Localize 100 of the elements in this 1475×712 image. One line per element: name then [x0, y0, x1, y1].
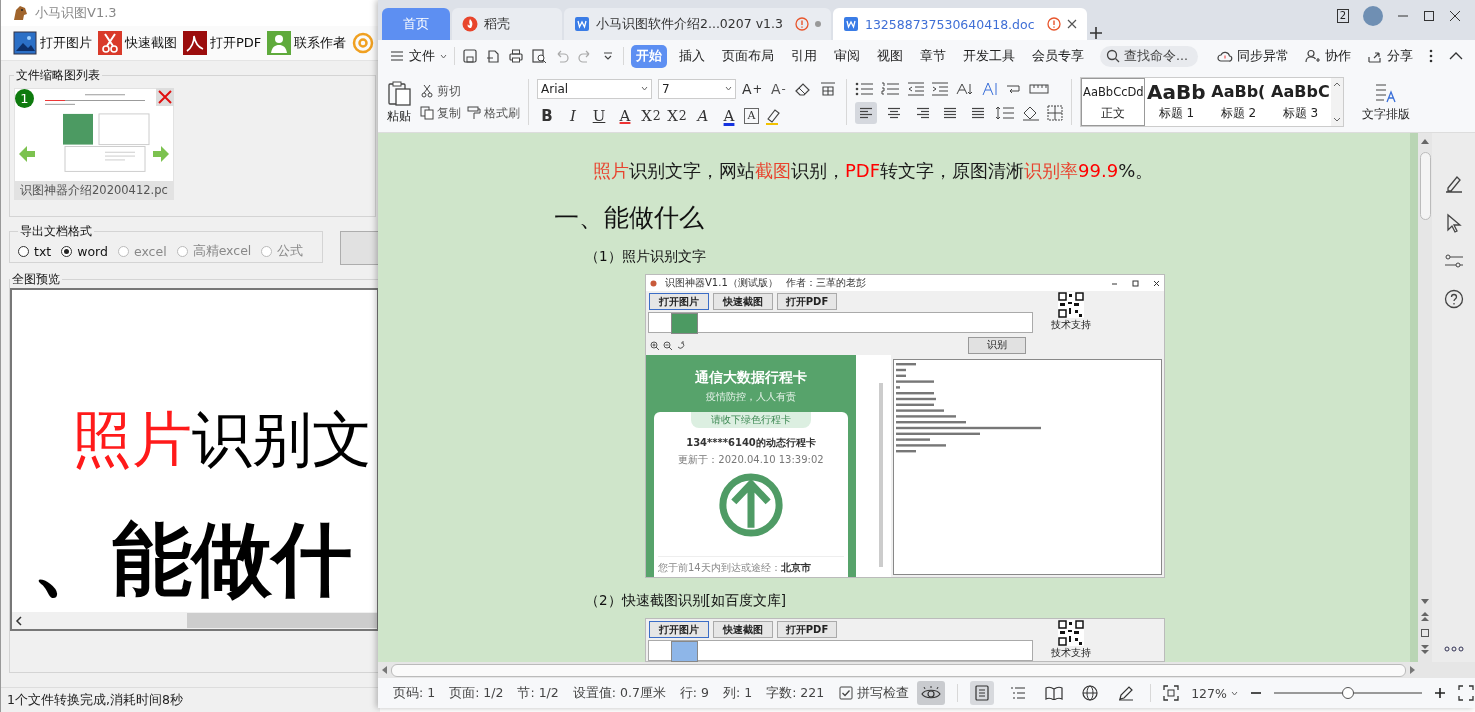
toolbar-button[interactable]: 快速截图 [98, 29, 177, 57]
search-icon [1106, 49, 1120, 63]
eye-protection-button[interactable] [917, 681, 946, 705]
document-heading: 一、能做什么 [554, 202, 705, 234]
format-button[interactable]: A [719, 104, 739, 127]
document-tab[interactable]: 小马识图软件介绍2...0207 v1.3 [564, 8, 831, 40]
radio-option[interactable]: word [61, 243, 108, 259]
card-title: 通信大数据行程卡 [695, 369, 807, 387]
bullet-list-icon[interactable] [855, 81, 876, 96]
zoom-in-icon[interactable] [1433, 687, 1446, 699]
horizontal-scrollbar[interactable] [12, 612, 377, 629]
ribbon-tab[interactable]: 页面布局 [717, 44, 779, 68]
export-icon[interactable] [485, 48, 501, 64]
cut-button[interactable]: 剪切 [420, 82, 520, 100]
save-icon[interactable] [462, 48, 478, 64]
format-button[interactable]: A [693, 104, 713, 127]
avatar[interactable] [1363, 6, 1383, 26]
card-updated: 更新于：2020.04.10 13:39:02 [678, 453, 824, 467]
zoom-out-icon [663, 340, 672, 350]
ribbon-tab[interactable]: 引用 [786, 44, 822, 68]
scrollbar-thumb[interactable] [1419, 152, 1431, 220]
ribbon-tab[interactable]: 审阅 [829, 44, 865, 68]
radio-option[interactable]: txt [18, 243, 52, 259]
align-button[interactable] [855, 101, 878, 124]
print-preview-icon[interactable] [531, 48, 547, 64]
up-caret-icon[interactable] [1333, 82, 1342, 87]
text-layout-button[interactable]: 文字排版 [1362, 81, 1411, 123]
caret-icon [1230, 690, 1238, 696]
fit-screen-icon[interactable] [1163, 685, 1180, 701]
close-icon[interactable] [1066, 19, 1077, 29]
screenshot-author: 作者：三革的老彭 [785, 276, 866, 290]
zoom-level[interactable]: 127% [1191, 685, 1238, 701]
format-button[interactable]: U [589, 104, 609, 127]
shading-icon[interactable] [1021, 104, 1042, 121]
command-search-field[interactable]: 查找命令... [1100, 45, 1198, 67]
warning-icon [1046, 17, 1061, 31]
left-caret-icon [382, 666, 387, 674]
brush-icon [467, 106, 481, 120]
header-action[interactable]: 分享 [1367, 47, 1413, 65]
toolbar-button[interactable]: 打开图片 [13, 29, 92, 57]
fullscreen-icon[interactable] [1457, 685, 1474, 701]
collapse-icon[interactable] [1449, 51, 1463, 61]
more-options-icon[interactable] [1429, 49, 1433, 63]
screenshot-title: 识图神器V1.1（测试版） [665, 276, 778, 290]
right-caret-icon [1410, 666, 1415, 674]
cursor-icon[interactable] [1444, 213, 1463, 233]
format-button[interactable]: A [615, 104, 635, 127]
window-count-badge[interactable]: 2 [1336, 9, 1349, 23]
more-icon[interactable] [1443, 646, 1464, 652]
format-painter-button[interactable]: 格式刷 [467, 104, 520, 122]
add-tab-icon[interactable] [1088, 26, 1103, 40]
font-select[interactable]: Arial [537, 78, 652, 99]
print-icon[interactable] [508, 48, 524, 64]
maximize-icon[interactable] [1423, 10, 1435, 22]
document-tab[interactable]: 132588737530640418.doc [832, 8, 1087, 40]
ribbon-tab[interactable]: 会员专享 [1027, 44, 1089, 68]
horizontal-scrollbar[interactable] [378, 662, 1475, 678]
scrollbar-thumb[interactable] [187, 613, 377, 628]
ribbon-tab[interactable]: 章节 [915, 44, 951, 68]
scrollbar-thumb[interactable] [391, 663, 1406, 677]
toolbar-button[interactable]: 联系作者 [267, 29, 347, 57]
ruler-icon[interactable] [1029, 83, 1050, 94]
menu-icon [390, 50, 404, 62]
sliders-icon[interactable] [1443, 253, 1464, 269]
format-button[interactable]: A [745, 108, 758, 123]
globe-icon [1082, 685, 1099, 701]
status-field: 页码: 1 [386, 684, 443, 702]
up-caret-icon [1421, 139, 1429, 144]
clipboard-icon [386, 79, 412, 106]
format-button[interactable]: I [563, 104, 583, 127]
word-document-icon [842, 16, 859, 32]
line-spacing-icon[interactable] [995, 105, 1016, 120]
document-tab[interactable]: 稻壳 [452, 8, 562, 40]
ribbon-tab[interactable]: 插入 [674, 44, 710, 68]
spell-check-button[interactable]: 拼写检查 [831, 684, 918, 702]
style-option[interactable]: AaBb 标题 1 [1145, 78, 1208, 126]
copy-button[interactable]: 复制 [420, 104, 461, 122]
style-option[interactable]: AaBb( 标题 2 [1207, 78, 1270, 126]
horse-icon [11, 4, 29, 22]
status-field: 设置值: 0.7厘米 [565, 684, 673, 702]
close-icon[interactable] [1449, 10, 1461, 22]
style-option[interactable]: AaBbC 标题 3 [1269, 78, 1332, 126]
borders-icon[interactable] [1047, 104, 1064, 121]
check-box-icon [839, 686, 854, 700]
paste-button[interactable]: 粘贴 [386, 79, 412, 125]
help-icon[interactable] [1443, 289, 1464, 309]
ribbon-tab[interactable]: 视图 [872, 44, 908, 68]
pen-icon [1118, 685, 1135, 701]
text-direction-icon[interactable] [981, 80, 1000, 97]
header-action[interactable]: 同步异常 [1217, 47, 1289, 65]
toolbar-button[interactable]: 打开PDF [183, 29, 262, 57]
format-button[interactable]: B [537, 104, 557, 127]
ribbon-tab[interactable]: 开发工具 [958, 44, 1020, 68]
file-menu[interactable]: 文件 [390, 47, 447, 65]
header-action[interactable]: 协作 [1305, 47, 1351, 65]
font-size-select[interactable]: 7 [658, 78, 736, 99]
vertical-scrollbar[interactable] [1418, 133, 1432, 662]
align-left-icon [859, 106, 874, 119]
style-option[interactable]: AaBbCcDd 正文 [1081, 78, 1146, 126]
down-caret-icon[interactable] [1333, 117, 1342, 122]
